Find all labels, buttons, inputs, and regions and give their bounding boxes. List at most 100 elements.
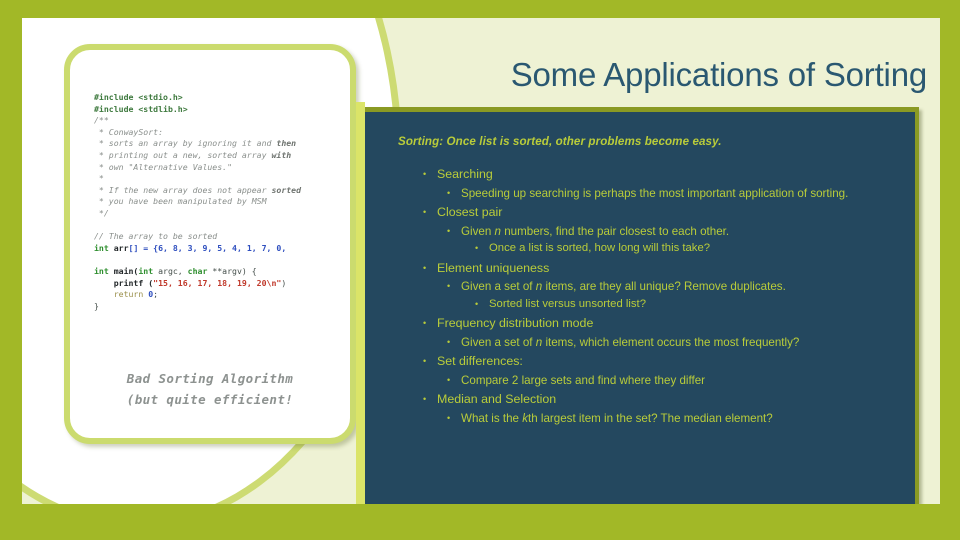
code-token: #include <stdlib.h> [94,103,188,114]
bullet-item-level-3: • Sorted list versus unsorted list? [475,296,885,314]
code-line: * [94,173,350,185]
text-run: th largest item in the set? The median e… [528,411,773,425]
text-run: numbers, find the pair closest to each o… [500,224,730,238]
text-run: Searching [437,167,493,181]
slide-frame: #include <stdio.h> #include <stdlib.h>/**… [0,0,960,540]
bullet-item-level-1: • Closest pair [423,202,889,223]
panel-accent-strip [356,102,365,504]
code-line: * If the new array does not appear sorte… [94,184,350,197]
bullet-item-level-2: • What is the kth largest item in the set… [447,410,885,428]
bullet-item-level-1: • Median and Selection [423,389,889,410]
bullet-dot-icon: • [447,225,451,236]
code-token: ; [153,289,159,300]
code-token: * ConwaySort: [94,126,164,137]
code-image-card: #include <stdio.h> #include <stdlib.h>/**… [64,44,356,444]
code-token: #include <stdio.h> [94,92,183,102]
code-token: * you have been manipulated by MSM [94,196,267,207]
bullet-text: Given a set of n items, which element oc… [461,334,885,352]
bullet-text: Set differences: [437,351,889,372]
bullet-item-level-1: • Searching [423,164,889,185]
bullet-dot-icon: • [447,412,451,423]
code-token: char [187,265,213,276]
text-run: Closest pair [437,205,503,219]
code-token: "15, 16, 17, 18, 19, 20\n" [153,277,282,288]
bullet-text: Given n numbers, find the pair closest t… [461,223,885,241]
code-line: int arr[] = {6, 8, 3, 9, 5, 4, 1, 7, 0, [94,242,350,255]
code-token: * [94,173,104,184]
bullet-item-level-1: • Frequency distribution mode [423,313,889,334]
code-token: with [271,149,292,160]
code-token: return [94,289,149,300]
code-token: printf ( [94,277,154,288]
code-token: } [94,300,99,311]
code-token: int [94,242,114,253]
text-run: Frequency distribution mode [437,316,594,330]
code-token: // The array to be sorted [94,231,218,242]
bullet-text: Speeding up searching is perhaps the mos… [461,185,885,203]
code-token: argc, [158,265,188,276]
slide-canvas: #include <stdio.h> #include <stdlib.h>/**… [22,18,940,504]
bullet-dot-icon: • [423,318,427,328]
code-line: * ConwaySort: [94,126,350,139]
content-panel: Sorting: Once list is sorted, other prob… [365,107,919,504]
bullet-item-level-2: • Given n numbers, find the pair closest … [447,223,885,241]
lead-statement: Sorting: Once list is sorted, other prob… [398,135,722,148]
text-run: Set differences: [437,354,523,368]
text-run: What is the [461,411,523,425]
code-line: * printing out a new, sorted array with [94,149,350,162]
code-caption: Bad Sorting Algorithm (but quite efficie… [70,368,350,410]
bullet-item-level-1: • Element uniqueness [423,258,889,279]
code-token: ) [281,277,287,288]
page-title: Some Applications of Sorting [510,56,928,93]
text-run: Element uniqueness [437,260,550,275]
code-token: * If the new array does not appear [94,184,272,195]
text-run: Median and Selection [437,392,557,406]
bullet-dot-icon: • [423,207,427,217]
code-token: [] = { [128,242,159,253]
bullet-dot-icon: • [447,187,451,198]
bullet-dot-icon: • [447,281,451,291]
code-line: * own "Alternative Values." [94,161,350,174]
code-caption-line-2: (but quite efficient! [126,392,294,407]
bullet-text: Median and Selection [437,389,889,410]
text-run: Once a list is sorted, how long will thi… [489,242,711,254]
code-token: * printing out a new, sorted array [94,149,272,160]
bullet-text: Compare 2 large sets and find where they… [461,372,885,390]
code-token: * own "Alternative Values." [94,161,233,172]
bullet-dot-icon: • [423,356,427,366]
bullet-text: What is the kth largest item in the set?… [461,410,885,428]
bullet-text: Once a list is sorted, how long will thi… [489,240,885,258]
code-line: printf ("15, 16, 17, 18, 19, 20\n") [94,277,350,290]
code-line: */ [94,207,350,220]
bullet-dot-icon: • [423,169,427,179]
code-token: * sorts an array by ignoring it and [94,138,277,149]
code-line: /** [94,115,350,127]
bullet-item-level-2: • Speeding up searching is perhaps the mo… [447,185,885,203]
text-run: items, are they all unique? Remove dupli… [542,280,786,293]
text-run: Compare 2 large sets and find where they… [461,373,706,387]
bullet-text: Sorted list versus unsorted list? [489,296,885,314]
text-run: Given a set of [461,280,536,293]
bullet-text: Closest pair [437,202,889,223]
code-line: } [94,300,350,313]
bullet-text: Searching [437,164,889,185]
code-line: return 0; [94,289,350,301]
code-token: /** [94,115,109,126]
text-run: Speeding up searching is perhaps the mos… [461,186,849,200]
code-token: 6, 8, 3, 9, 5, 4, 1, 7, 0, [158,242,287,253]
code-token: */ [94,207,109,218]
code-line: * sorts an array by ignoring it and then [94,138,350,150]
bullet-text: Given a set of n items, are they all uni… [461,278,885,296]
code-token: main( [113,265,139,276]
code-line: #include <stdlib.h> [94,103,350,116]
bullet-dot-icon: • [447,374,451,385]
bullet-dot-icon: • [447,336,451,347]
bullet-text: Element uniqueness [437,258,889,279]
code-listing: #include <stdio.h> #include <stdlib.h>/**… [94,92,350,313]
bullet-dot-icon: • [475,243,479,253]
bullet-item-level-2: • Given a set of n items, which element o… [447,334,885,352]
text-run: Given a set of [461,335,536,349]
bullet-dot-icon: • [423,394,427,404]
